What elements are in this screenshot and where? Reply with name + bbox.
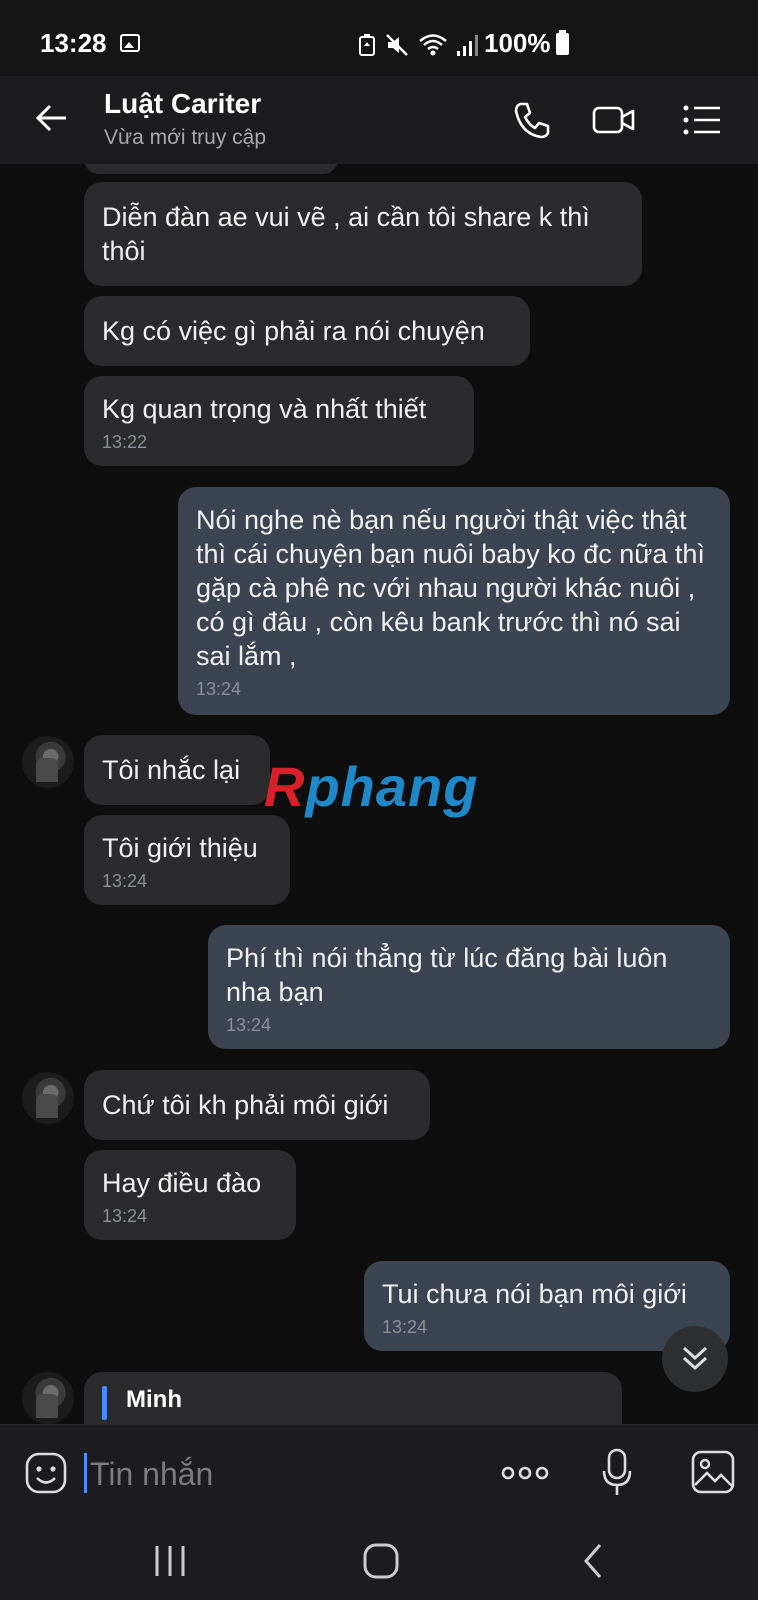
- battery-percent: 100%: [484, 28, 551, 58]
- message-text: Diễn đàn ae vui vẽ , ai cần tôi share k …: [102, 202, 590, 266]
- message-text: Kg quan trọng và nhất thiết: [102, 394, 427, 424]
- watermark-logo: Rphang: [264, 755, 479, 818]
- video-camera-icon[interactable]: [592, 98, 636, 142]
- message-time: 13:24: [102, 871, 148, 891]
- scroll-down-chevrons-icon: [682, 1346, 708, 1371]
- menu-list-icon[interactable]: [680, 98, 724, 142]
- message-text: Tui chưa nói bạn môi giới: [382, 1279, 687, 1309]
- message-text: Kg có việc gì phải ra nói chuyện: [102, 316, 485, 346]
- message-bubble-partial: [84, 164, 338, 174]
- message-bubble-outgoing[interactable]: Phí thì nói thẳng từ lúc đăng bài luôn n…: [208, 925, 730, 1049]
- avatar[interactable]: [22, 1372, 74, 1424]
- battery-saver-icon: [359, 34, 375, 56]
- reply-indicator: [102, 1386, 107, 1420]
- status-icons: [358, 32, 478, 58]
- message-bubble-incoming[interactable]: Tôi giới thiệu 13:24: [84, 815, 290, 905]
- status-time: 13:28: [40, 28, 107, 58]
- message-time: 13:22: [102, 432, 148, 452]
- nav-back-icon[interactable]: [570, 1536, 620, 1586]
- message-time: 13:24: [196, 679, 242, 699]
- back-arrow-icon[interactable]: [32, 98, 72, 138]
- avatar[interactable]: [22, 736, 74, 788]
- message-text: Phí thì nói thẳng từ lúc đăng bài luôn n…: [226, 943, 668, 1007]
- wifi-icon: [419, 34, 447, 56]
- message-input-wrapper: [84, 1451, 474, 1497]
- message-text: Tôi giới thiệu: [102, 833, 258, 863]
- message-bubble-incoming[interactable]: Hay điều đào 13:24: [84, 1150, 296, 1240]
- recents-icon[interactable]: [145, 1536, 195, 1586]
- gallery-icon[interactable]: [690, 1449, 736, 1495]
- message-bubble-reply[interactable]: Minh: [84, 1372, 622, 1424]
- message-text: Tôi nhắc lại: [102, 755, 241, 785]
- message-text: Hay điều đào: [102, 1168, 262, 1198]
- message-text: Chứ tôi kh phải môi giới: [102, 1090, 389, 1120]
- avatar[interactable]: [22, 1072, 74, 1124]
- microphone-icon[interactable]: [600, 1447, 634, 1499]
- message-bubble-incoming[interactable]: Diễn đàn ae vui vẽ , ai cần tôi share k …: [84, 182, 642, 286]
- message-input[interactable]: [88, 1451, 472, 1497]
- message-time: 13:24: [226, 1015, 272, 1035]
- message-bubble-incoming[interactable]: Kg quan trọng và nhất thiết 13:22: [84, 376, 474, 466]
- emoji-icon[interactable]: [24, 1451, 68, 1495]
- home-icon[interactable]: [356, 1536, 406, 1586]
- contact-name[interactable]: Luật Cariter: [104, 88, 261, 120]
- message-bubble-outgoing[interactable]: Nói nghe nè bạn nếu người thật việc thật…: [178, 487, 730, 715]
- more-dots-icon[interactable]: [500, 1459, 550, 1487]
- scroll-to-bottom-button[interactable]: [662, 1326, 728, 1392]
- message-composer: [0, 1424, 758, 1521]
- chat-header: Luật Cariter Vừa mới truy cập: [0, 76, 758, 164]
- message-bubble-incoming[interactable]: Chứ tôi kh phải môi giới: [84, 1070, 430, 1140]
- signal-icon: [457, 35, 478, 56]
- reply-sender-name: Minh: [126, 1386, 182, 1413]
- message-list[interactable]: Diễn đàn ae vui vẽ , ai cần tôi share k …: [0, 164, 758, 1424]
- message-bubble-incoming[interactable]: Tôi nhắc lại: [84, 735, 270, 805]
- mute-icon: [386, 34, 408, 56]
- message-bubble-incoming[interactable]: Kg có việc gì phải ra nói chuyện: [84, 296, 530, 366]
- gallery-notification-icon: [120, 34, 140, 52]
- message-time: 13:24: [102, 1206, 148, 1226]
- text-caret: [84, 1453, 87, 1493]
- battery-icon: [556, 30, 569, 55]
- status-bar: 13:28 100%: [0, 0, 758, 76]
- system-nav-bar: [0, 1520, 758, 1600]
- presence-status: Vừa mới truy cập: [104, 126, 267, 149]
- message-text: Nói nghe nè bạn nếu người thật việc thật…: [196, 505, 705, 671]
- phone-icon[interactable]: [510, 98, 554, 142]
